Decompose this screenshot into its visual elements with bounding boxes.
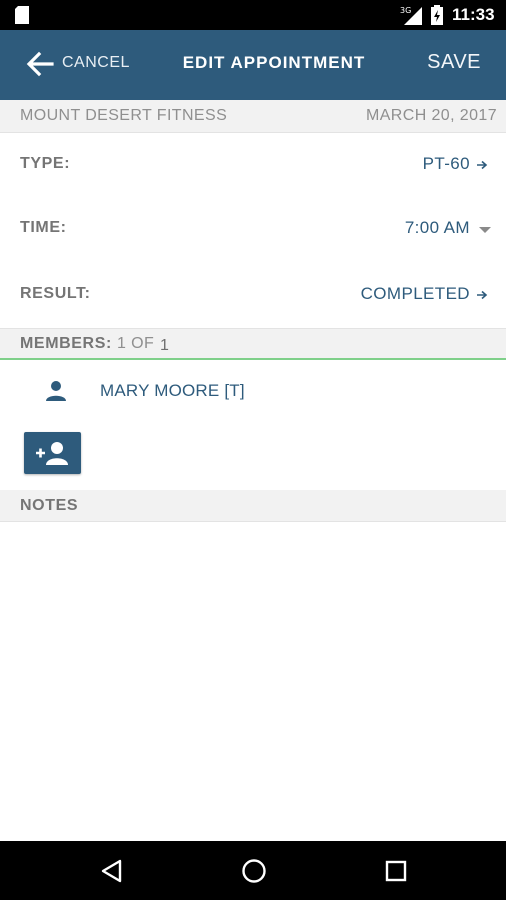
result-value[interactable]: COMPLETED xyxy=(361,284,470,304)
notes-header: NOTES xyxy=(0,490,506,522)
svg-text:3G: 3G xyxy=(400,6,411,15)
arrow-right-icon xyxy=(477,290,488,300)
type-label: TYPE: xyxy=(20,155,71,172)
app-bar: CANCEL EDIT APPOINTMENT SAVE xyxy=(0,30,506,100)
members-label: MEMBERS: xyxy=(20,335,112,352)
member-name[interactable]: MARY MOORE [T] xyxy=(100,381,245,401)
back-triangle-icon[interactable] xyxy=(98,857,126,885)
save-button[interactable]: SAVE xyxy=(427,51,481,74)
type-field[interactable]: TYPE: PT-60 xyxy=(0,145,506,185)
add-member-button[interactable] xyxy=(24,432,81,474)
add-person-icon xyxy=(36,442,68,465)
battery-icon xyxy=(431,5,443,25)
status-time: 11:33 xyxy=(452,5,495,24)
time-label: TIME: xyxy=(20,219,67,236)
result-label: RESULT: xyxy=(20,285,91,302)
system-nav-bar xyxy=(0,841,506,900)
list-item[interactable]: MARY MOORE [T] xyxy=(0,370,506,412)
appointment-info-row: MOUNT DESERT FITNESS MARCH 20, 2017 xyxy=(0,100,506,133)
signal-icon: 3G xyxy=(400,6,422,25)
recents-square-icon[interactable] xyxy=(382,857,410,885)
members-header: MEMBERS: 1 OF 1 xyxy=(0,328,506,360)
members-total: 1 xyxy=(160,337,169,354)
members-count: 1 OF xyxy=(117,335,155,352)
time-value[interactable]: 7:00 AM xyxy=(405,218,470,238)
time-field[interactable]: TIME: 7:00 AM xyxy=(0,209,506,249)
members-tab-indicator xyxy=(0,358,506,360)
person-icon xyxy=(46,381,66,401)
dropdown-arrow-icon[interactable] xyxy=(478,225,492,235)
notes-label: NOTES xyxy=(20,497,79,514)
status-bar: 3G 11:33 xyxy=(0,0,506,30)
result-field[interactable]: RESULT: COMPLETED xyxy=(0,275,506,315)
type-value[interactable]: PT-60 xyxy=(423,154,470,174)
home-circle-icon[interactable] xyxy=(240,857,268,885)
sd-card-icon xyxy=(15,6,29,24)
arrow-right-icon xyxy=(477,160,488,170)
appointment-date: MARCH 20, 2017 xyxy=(366,107,497,124)
location-name: MOUNT DESERT FITNESS xyxy=(20,107,228,124)
